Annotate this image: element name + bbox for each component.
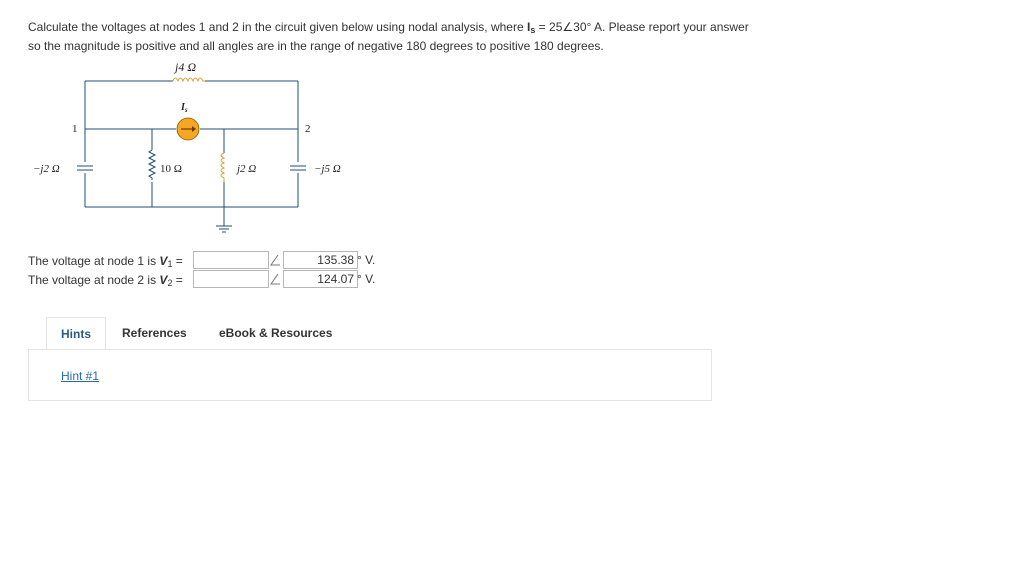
tab-references[interactable]: References (122, 317, 187, 349)
label-node1: 1 (72, 123, 78, 135)
answer-label-v1: The voltage at node 1 is V1 = (28, 254, 183, 269)
ground-icon (216, 225, 232, 233)
inductor-top-icon (172, 77, 205, 83)
current-magnitude: = 25 (535, 20, 563, 34)
unit-v2: ° V. (357, 272, 376, 286)
capacitor-right-icon (290, 165, 306, 171)
label-source: Is (180, 102, 188, 114)
problem-text-start: Calculate the voltages at nodes 1 and 2 … (28, 20, 527, 34)
label-resistor: 10 Ω (160, 163, 182, 175)
circuit-diagram: j4 Ω Is 1 2 −j2 Ω 10 Ω j2 Ω −j5 Ω (33, 60, 341, 233)
angle-icon: ∠ (562, 20, 574, 34)
angle-icon (270, 273, 280, 285)
v1-angle-input[interactable]: 135.38 (283, 251, 358, 269)
current-source-icon (176, 117, 200, 141)
capacitor-left-icon (77, 165, 93, 171)
label-ind-mid: j2 Ω (235, 163, 256, 175)
label-j4: j4 Ω (173, 60, 196, 74)
label-node2: 2 (305, 123, 311, 135)
angle-icon (270, 254, 280, 266)
label-cap-left: −j2 Ω (33, 163, 60, 175)
label-cap-right: −j5 Ω (314, 163, 341, 175)
hint-1-link[interactable]: Hint #1 (61, 369, 99, 383)
v1-magnitude-input[interactable] (193, 251, 269, 269)
problem-statement: Calculate the voltages at nodes 1 and 2 … (28, 19, 758, 54)
answer-label-v2: The voltage at node 2 is V2 = (28, 273, 183, 288)
unit-v1: ° V. (357, 253, 376, 267)
tab-ebook-resources[interactable]: eBook & Resources (219, 317, 332, 349)
v2-angle-input[interactable]: 124.07 (283, 270, 358, 288)
resistor-icon (147, 149, 157, 180)
tab-hints[interactable]: Hints (46, 317, 106, 350)
v2-magnitude-input[interactable] (193, 270, 269, 288)
hints-panel: Hint #1 (28, 349, 712, 401)
inductor-mid-icon (220, 152, 226, 182)
